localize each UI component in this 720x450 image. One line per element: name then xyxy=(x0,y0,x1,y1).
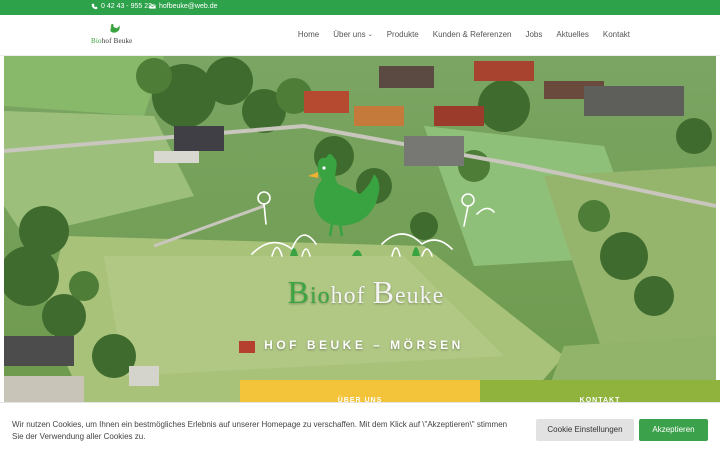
phone-contact[interactable]: 0 42 43 - 955 23 xyxy=(91,3,152,10)
email-address: hofbeuke@web.de xyxy=(159,3,218,10)
ueber-uns-button[interactable]: ÜBER UNS xyxy=(240,380,480,404)
phone-number: 0 42 43 - 955 23 xyxy=(101,3,152,10)
hen-logo-icon xyxy=(109,23,120,33)
site-logo[interactable]: Biohof Beuke xyxy=(91,23,143,49)
chevron-down-icon: ⌄ xyxy=(367,32,373,38)
kontakt-button[interactable]: KONTAKT xyxy=(480,380,720,404)
nav-item-aktuelles[interactable]: Aktuelles xyxy=(556,30,588,39)
main-nav: Home Über uns ⌄ Produkte Kunden & Referen… xyxy=(298,30,630,39)
hero-section: Biohof Beuke HOF BEUKE – MÖRSEN xyxy=(4,56,716,402)
hero-title: Biohof Beuke xyxy=(287,274,445,310)
nav-item-ueber-uns[interactable]: Über uns ⌄ xyxy=(333,30,373,39)
hero-subtitle: HOF BEUKE – MÖRSEN xyxy=(264,338,464,352)
top-contact-bar: 0 42 43 - 955 23 hofbeuke@web.de xyxy=(0,0,720,15)
email-contact[interactable]: hofbeuke@web.de xyxy=(149,3,217,10)
nav-item-kunden-referenzen[interactable]: Kunden & Referenzen xyxy=(433,30,512,39)
nav-item-jobs[interactable]: Jobs xyxy=(525,30,542,39)
nav-item-produkte[interactable]: Produkte xyxy=(387,30,419,39)
cookie-banner: Wir nutzen Cookies, um Ihnen ein bestmög… xyxy=(0,402,720,450)
envelope-icon xyxy=(149,4,156,9)
phone-icon xyxy=(91,3,98,10)
cookie-settings-button[interactable]: Cookie Einstellungen xyxy=(536,419,634,441)
logo-wordmark: Biohof Beuke xyxy=(91,37,133,45)
nav-item-kontakt[interactable]: Kontakt xyxy=(603,30,630,39)
nav-item-home[interactable]: Home xyxy=(298,30,319,39)
cookie-accept-button[interactable]: Akzeptieren xyxy=(639,419,708,441)
site-header: Biohof Beuke Home Über uns ⌄ Produkte Kun… xyxy=(0,15,720,56)
cookie-notice-text: Wir nutzen Cookies, um Ihnen ein bestmög… xyxy=(12,420,508,441)
